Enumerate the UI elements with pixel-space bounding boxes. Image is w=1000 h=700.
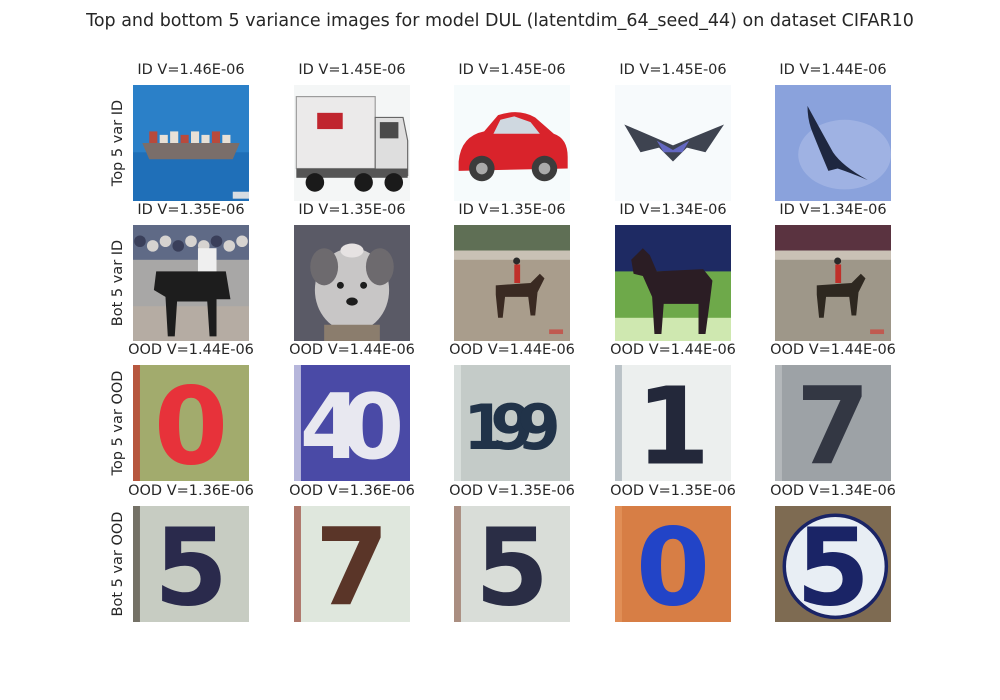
thumbnail-red-car-image (454, 85, 570, 201)
image-caption: ID V=1.44E-06 (779, 62, 887, 78)
thumbnail-digit-image: 7 (294, 506, 410, 622)
svg-text:199: 199 (463, 391, 560, 464)
dog-image (294, 225, 410, 341)
svg-text:1: 1 (636, 366, 710, 481)
svg-text:0: 0 (636, 507, 710, 622)
digit-image: 199 (454, 365, 570, 481)
digit-image: 1 (615, 365, 731, 481)
digit-image: 5 (133, 506, 249, 622)
svg-text:7: 7 (796, 366, 870, 481)
digit-in-circle-image: 5 (775, 506, 891, 622)
thumbnail-horse-rider-image (775, 225, 891, 341)
thumbnail-digit-image: 5 (133, 506, 249, 622)
svg-text:0: 0 (154, 366, 228, 481)
thumbnail-digit-image: 0 (133, 365, 249, 481)
thumbnail-stealth-plane-image (615, 85, 731, 201)
thumbnail-horse-rider-image (454, 225, 570, 341)
thumbnail-digit-in-circle-image: 5 (775, 506, 891, 622)
svg-text:40: 40 (300, 375, 404, 480)
image-caption: OOD V=1.44E-06 (770, 342, 896, 358)
image-caption: ID V=1.34E-06 (779, 202, 887, 218)
thumbnail-horse-and-crowd-image (133, 225, 249, 341)
figure-title: Top and bottom 5 variance images for mod… (86, 11, 914, 31)
thumbnail-digit-image: 199 (454, 365, 570, 481)
svg-text:5: 5 (475, 507, 549, 622)
horse-rider-image (454, 225, 570, 341)
thumbnail-digit-image: 5 (454, 506, 570, 622)
row-label: Top 5 var OOD (110, 370, 126, 476)
svg-text:5: 5 (154, 507, 228, 622)
horse-and-crowd-image (133, 225, 249, 341)
image-caption: OOD V=1.34E-06 (770, 483, 896, 499)
bird-in-sky-image (775, 85, 891, 201)
red-car-image (454, 85, 570, 201)
row-label: Bot 5 var ID (110, 239, 126, 327)
thumbnail-digit-image: 0 (615, 506, 731, 622)
row-label: Top 5 var ID (110, 99, 126, 187)
cargo-ship-image (133, 85, 249, 201)
digit-image: 5 (454, 506, 570, 622)
digit-image: 40 (294, 365, 410, 481)
thumbnail-truck-image (294, 85, 410, 201)
digit-image: 0 (133, 365, 249, 481)
digit-image: 7 (294, 506, 410, 622)
thumbnail-cargo-ship-image (133, 85, 249, 201)
svg-text:7: 7 (315, 507, 389, 622)
horse-rider-image (775, 225, 891, 341)
thumbnail-digit-image: 40 (294, 365, 410, 481)
thumbnail-digit-image: 1 (615, 365, 731, 481)
truck-image (294, 85, 410, 201)
stealth-plane-image (615, 85, 731, 201)
thumbnail-dark-horse-image (615, 225, 731, 341)
thumbnail-dog-image (294, 225, 410, 341)
dark-horse-image (615, 225, 731, 341)
svg-text:5: 5 (796, 507, 870, 622)
digit-image: 7 (775, 365, 891, 481)
row-label: Bot 5 var OOD (110, 511, 126, 617)
digit-image: 0 (615, 506, 731, 622)
thumbnail-bird-in-sky-image (775, 85, 891, 201)
thumbnail-digit-image: 7 (775, 365, 891, 481)
